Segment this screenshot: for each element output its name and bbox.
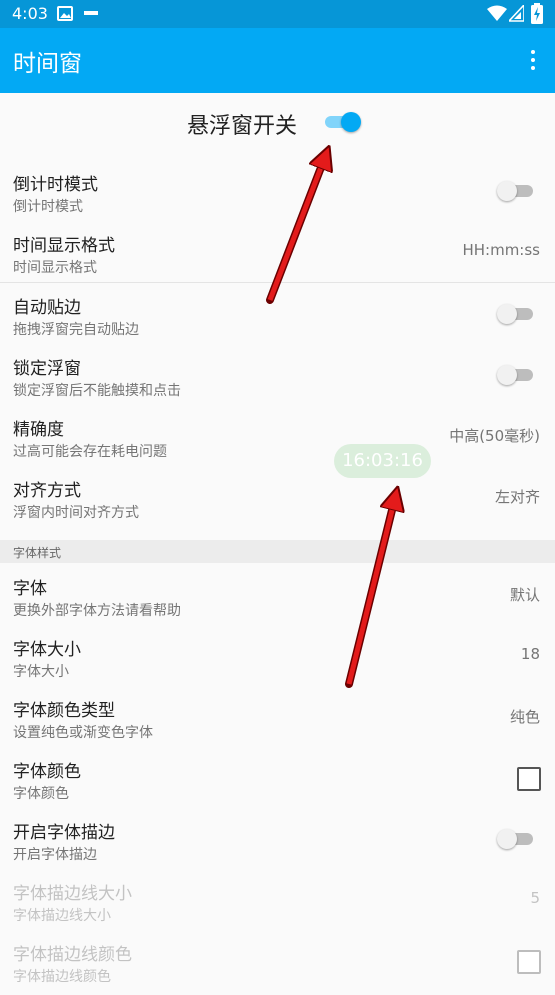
annotation-arrow-up-switch <box>266 157 325 304</box>
annotation-arrows <box>266 0 555 688</box>
annotation-arrow-up-clock <box>345 498 395 688</box>
